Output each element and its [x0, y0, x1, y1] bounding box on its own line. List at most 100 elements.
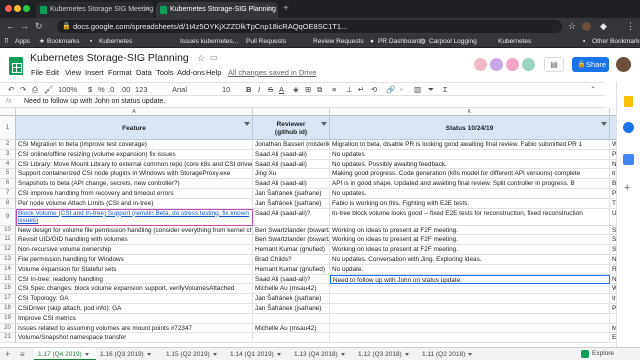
row-number[interactable]: 18	[0, 304, 16, 314]
sheet-tab[interactable]: 1.13 (Q4 2018)	[290, 348, 354, 360]
reviewer-cell[interactable]: Michelle Au (msau42)	[253, 323, 330, 334]
feature-cell[interactable]: CSI improve handling from recovery and t…	[16, 189, 253, 199]
more-formats[interactable]: 123	[135, 84, 148, 96]
status-cell[interactable]: API is in good shape. Updated and awaiti…	[330, 179, 610, 189]
status-cell[interactable]: Working on ideas to present at F2F meeti…	[330, 225, 610, 236]
menu-data[interactable]: Data	[136, 68, 152, 77]
status-cell[interactable]	[330, 323, 610, 334]
browser-tab-meeting[interactable]: Kubernetes Storage SIG Meeting ✕	[36, 2, 154, 18]
chevron-down-icon[interactable]	[146, 352, 151, 356]
strikethrough-button[interactable]: S	[268, 84, 273, 96]
reviewer-cell[interactable]: Jing Xu	[253, 169, 330, 180]
bookmark-kubernetes[interactable]: Kubernetes	[99, 35, 132, 48]
selected-cell[interactable]: Need to follow up with John on status up…	[330, 274, 610, 285]
feature-cell[interactable]: CSI Topology: GA	[16, 294, 253, 304]
currency-format[interactable]: $	[88, 84, 92, 96]
sheets-logo-icon[interactable]	[9, 57, 23, 75]
reviewer-cell[interactable]: Saad Ali (saad-ali)?	[253, 208, 330, 226]
filter-dropdown-icon[interactable]	[244, 122, 250, 126]
back-icon[interactable]: ←	[6, 20, 15, 33]
next-cell[interactable]: PR out. Some concern ab	[610, 189, 616, 199]
collaborator-avatar[interactable]	[522, 58, 535, 71]
italic-button[interactable]: I	[258, 84, 260, 96]
paint-format-icon[interactable]: 🖌	[44, 84, 54, 96]
row-number[interactable]: 19	[0, 313, 16, 324]
feature-cell[interactable]: Improve CSI metrics	[16, 313, 253, 324]
reviewer-cell[interactable]	[253, 333, 330, 344]
bookmark-other[interactable]: Other Bookmarks	[592, 35, 640, 48]
status-cell[interactable]: Working on ideas to present at F2F meeti…	[330, 235, 610, 246]
next-cell[interactable]: No update.	[610, 275, 616, 285]
menu-view[interactable]: View	[65, 68, 81, 77]
feature-cell[interactable]: Volume expansion for Stateful sets	[16, 264, 253, 275]
row-number[interactable]: 4	[0, 159, 16, 170]
valign-icon[interactable]: ⊥	[346, 84, 353, 96]
row-number[interactable]: 20	[0, 323, 16, 334]
column-header[interactable]: K	[330, 108, 610, 116]
print-icon[interactable]: ⎙	[32, 84, 38, 96]
row-number[interactable]: 5	[0, 169, 16, 180]
reviewer-cell[interactable]: Jan Šafránek (jsafrane)	[253, 304, 330, 314]
status-cell[interactable]: In-tree block volume looks good -- fixed…	[330, 208, 610, 226]
row-number[interactable]: 13	[0, 255, 16, 265]
star-icon[interactable]: ☆	[197, 53, 205, 64]
feature-cell[interactable]: Support containerized CSI node plugins i…	[16, 169, 253, 180]
next-cell[interactable]: Must resolve this before	[610, 324, 616, 334]
status-cell[interactable]: Working on ideas to present at F2F meeti…	[330, 245, 610, 255]
filter-dropdown-icon[interactable]	[321, 122, 327, 126]
undo-icon[interactable]: ↶	[8, 84, 14, 96]
header-cell[interactable]: Status 10/24/19	[330, 116, 610, 140]
formula-bar[interactable]: fx Need to follow up with John on status…	[0, 96, 605, 108]
browser-tab-planning[interactable]: Kubernetes Storage-SIG Planning ✕	[156, 2, 278, 18]
bookmark-pr-dashboard[interactable]: PR Dashboard	[378, 35, 421, 48]
comment-icon[interactable]: ▫	[400, 84, 403, 96]
font-select[interactable]: Arial	[172, 84, 187, 96]
chart-icon[interactable]: ▥	[414, 84, 421, 96]
text-color-button[interactable]: A	[279, 84, 284, 96]
feature-link-cell[interactable]: Block Volume (CSI and In-tree) Support (…	[16, 208, 253, 226]
chevron-down-icon[interactable]	[276, 352, 281, 356]
feature-cell[interactable]: CSI online/offline resizing (volume expa…	[16, 149, 253, 160]
next-cell[interactable]: No update.	[610, 160, 616, 170]
minimize-window-dot[interactable]	[14, 5, 21, 12]
next-cell[interactable]: Exploring ideas.	[610, 333, 616, 344]
feature-cell[interactable]: Issues related to assuming volumes are m…	[16, 323, 253, 334]
close-tab-icon[interactable]: ✕	[144, 2, 150, 18]
feature-cell[interactable]: Revisit UID/GID handling with volumes	[16, 235, 253, 246]
tasks-icon[interactable]	[623, 122, 634, 133]
next-cell[interactable]: No update.	[610, 255, 616, 265]
status-cell[interactable]: Migration to beta, disable PR is looking…	[330, 140, 610, 150]
reload-icon[interactable]: ↻	[35, 20, 43, 33]
header-cell[interactable]: Reviewer (github id)	[253, 116, 330, 140]
keep-icon[interactable]	[624, 96, 633, 107]
row-number[interactable]: 10	[0, 225, 16, 236]
link-icon[interactable]: 🔗	[386, 84, 395, 96]
reviewer-cell[interactable]: Jan Šafránek (jsafrane)	[253, 189, 330, 199]
feature-cell[interactable]: Volume/Snapshot namespace transfer	[16, 333, 253, 344]
status-cell[interactable]: No update.	[330, 264, 610, 275]
document-title[interactable]: Kubernetes Storage-SIG Planning	[30, 52, 189, 64]
maximize-window-dot[interactable]	[23, 5, 30, 12]
all-sheets-icon[interactable]: ≡	[20, 348, 25, 360]
user-avatar[interactable]	[616, 57, 631, 72]
reviewer-cell[interactable]: Saad Ali (saad-ali)	[253, 149, 330, 160]
status-cell[interactable]: No updates. Conversation with Jing. Expl…	[330, 255, 610, 265]
reviewer-cell[interactable]: Jan Šafránek (jsafrane)	[253, 198, 330, 209]
functions-icon[interactable]: Σ	[443, 84, 448, 96]
star-icon[interactable]: ☆	[568, 20, 576, 33]
next-cell[interactable]: Trying to get E2E tests	[610, 199, 616, 209]
row-number[interactable]: 12	[0, 245, 16, 255]
column-header[interactable]: L	[610, 108, 616, 116]
reviewer-cell[interactable]: Jan Šafránek (jsafrane)	[253, 294, 330, 304]
column-header[interactable]: A	[16, 108, 253, 116]
new-tab-icon[interactable]: +	[283, 2, 289, 16]
feature-cell[interactable]: File permission handling for Windows	[16, 255, 253, 265]
status-cell[interactable]	[330, 294, 610, 304]
next-cell[interactable]: Working on verifyVolume	[610, 140, 616, 150]
decrease-decimals[interactable]: .0	[108, 84, 114, 96]
collaborator-avatar[interactable]	[490, 58, 503, 71]
status-cell[interactable]: No updates. Possibly awaiting feedback.	[330, 159, 610, 170]
zoom-select[interactable]: 100%	[58, 84, 77, 96]
feature-cell[interactable]: Per node volume Attach Limits (CSI and i…	[16, 198, 253, 209]
calendar-icon[interactable]	[623, 154, 634, 165]
